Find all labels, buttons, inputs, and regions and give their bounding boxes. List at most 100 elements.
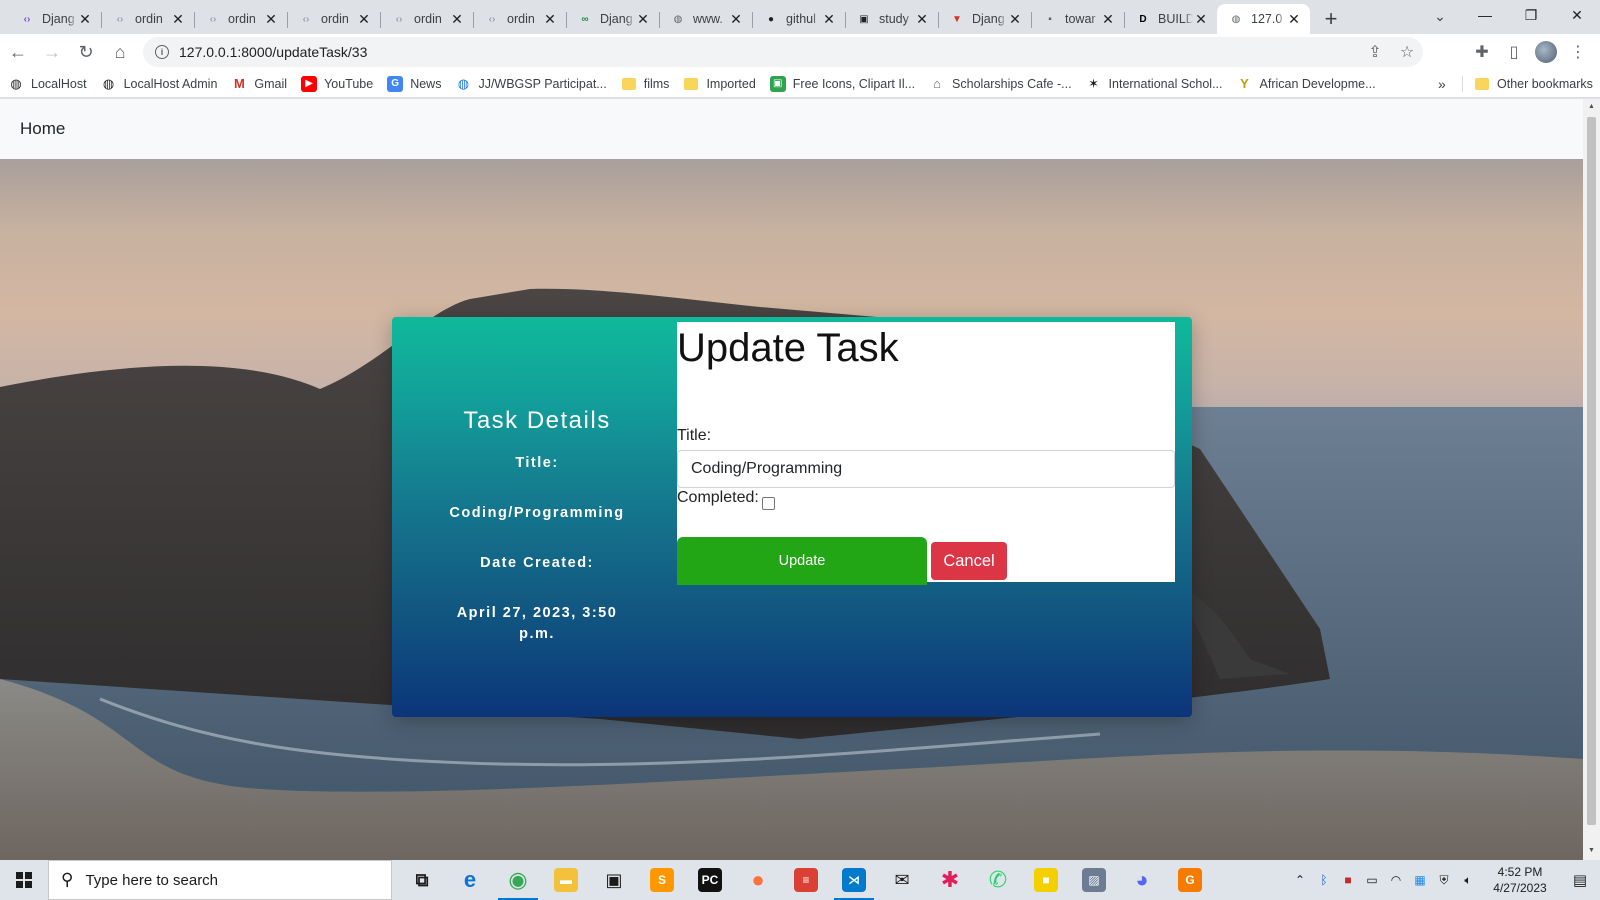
tab[interactable]: ‹› ordin ✕ xyxy=(101,4,194,34)
bookmark-item[interactable]: Imported xyxy=(683,76,756,92)
tab[interactable]: ● githul ✕ xyxy=(752,4,845,34)
tray-app-icon[interactable]: ■ xyxy=(1336,873,1360,887)
profile-avatar[interactable] xyxy=(1535,41,1557,63)
wifi-icon[interactable]: ◠ xyxy=(1384,873,1408,887)
more-bookmarks-icon[interactable]: » xyxy=(1438,76,1446,92)
chrome-taskbar-button[interactable]: ◉ xyxy=(494,860,542,900)
mail-taskbar-button[interactable]: ✉ xyxy=(878,860,926,900)
tab-active[interactable]: ◍ 127.0 ✕ xyxy=(1217,4,1310,34)
close-tab-icon[interactable]: ✕ xyxy=(1193,11,1209,28)
security-icon[interactable]: ⛨ xyxy=(1432,873,1456,888)
close-tab-icon[interactable]: ✕ xyxy=(1286,11,1302,28)
tab[interactable]: ▼ Djang ✕ xyxy=(938,4,1031,34)
scrollbar-thumb[interactable] xyxy=(1587,117,1596,825)
bookmark-item[interactable]: ◍ LocalHost Admin xyxy=(101,76,217,92)
firefox-taskbar-button[interactable]: ● xyxy=(734,860,782,900)
close-tab-icon[interactable]: ✕ xyxy=(170,11,186,28)
close-tab-icon[interactable]: ✕ xyxy=(821,11,837,28)
close-tab-icon[interactable]: ✕ xyxy=(263,11,279,28)
tab[interactable]: ◍ www. ✕ xyxy=(659,4,752,34)
bookmark-star-icon[interactable]: ☆ xyxy=(1391,42,1423,62)
bookmark-item[interactable]: ▣ Free Icons, Clipart Il... xyxy=(769,75,915,92)
tab[interactable]: D BUILD ✕ xyxy=(1124,4,1217,34)
back-icon[interactable]: ← xyxy=(2,36,34,68)
bookmark-item[interactable]: Y African Developme... xyxy=(1237,76,1375,92)
whatsapp-taskbar-button[interactable]: ✆ xyxy=(974,860,1022,900)
cancel-button[interactable]: Cancel xyxy=(931,542,1007,580)
update-button[interactable]: Update xyxy=(677,537,927,585)
close-tab-icon[interactable]: ✕ xyxy=(542,11,558,28)
bluetooth-icon[interactable]: ᛒ xyxy=(1312,873,1336,887)
close-tab-icon[interactable]: ✕ xyxy=(356,11,372,28)
photos-taskbar-button[interactable]: ▨ xyxy=(1070,860,1118,900)
discord-taskbar-button[interactable]: ◕ xyxy=(1118,860,1166,900)
todoist-taskbar-button[interactable]: ≡ xyxy=(782,860,830,900)
close-tab-icon[interactable]: ✕ xyxy=(1100,11,1116,28)
close-window-icon[interactable]: ✕ xyxy=(1554,0,1600,30)
bookmark-item[interactable]: ⌂ Scholarships Cafe -... xyxy=(929,76,1071,92)
scroll-up-icon[interactable]: ▲ xyxy=(1588,103,1595,110)
clock[interactable]: 4:52 PM 4/27/2023 xyxy=(1480,864,1560,896)
completed-checkbox[interactable] xyxy=(762,497,775,510)
slack-taskbar-button[interactable]: ✱ xyxy=(926,860,974,900)
restore-icon[interactable]: ❐ xyxy=(1508,0,1554,30)
volume-icon[interactable]: 🔈︎ xyxy=(1456,873,1480,888)
bookmark-item[interactable]: ✶ International Schol... xyxy=(1086,76,1222,92)
bookmark-item[interactable]: ◍ LocalHost xyxy=(8,76,86,92)
taskbar-search[interactable]: ⚲ Type here to search xyxy=(48,860,392,900)
battery-icon[interactable]: ▭ xyxy=(1360,873,1384,887)
bookmark-item[interactable]: films xyxy=(621,76,669,92)
task-view-taskbar-button[interactable]: ⧉ xyxy=(398,860,446,900)
minimize-icon[interactable]: — xyxy=(1462,0,1508,30)
tab[interactable]: ‹› ordin ✕ xyxy=(380,4,473,34)
close-tab-icon[interactable]: ✕ xyxy=(77,11,93,28)
tab[interactable]: ‹› ordin ✕ xyxy=(473,4,566,34)
close-tab-icon[interactable]: ✕ xyxy=(449,11,465,28)
title-input[interactable] xyxy=(677,450,1175,488)
side-panel-icon[interactable]: ▯ xyxy=(1498,36,1530,68)
site-info-icon[interactable]: i xyxy=(155,45,169,59)
tab[interactable]: ∞ Djang ✕ xyxy=(566,4,659,34)
page-scrollbar[interactable]: ▲ ▼ xyxy=(1583,99,1600,860)
tab[interactable]: ‹› ordin ✕ xyxy=(194,4,287,34)
menu-icon[interactable]: ⋮ xyxy=(1562,36,1594,68)
other-bookmarks[interactable]: Other bookmarks xyxy=(1474,70,1593,98)
tab[interactable]: ▣ study ✕ xyxy=(845,4,938,34)
vscode-taskbar-button[interactable]: ⋊ xyxy=(830,860,878,900)
start-button[interactable] xyxy=(0,860,48,900)
extensions-icon[interactable]: ✚ xyxy=(1466,36,1498,68)
notifications-icon[interactable]: ▤ xyxy=(1560,871,1600,889)
new-tab-button[interactable]: + xyxy=(1316,4,1346,34)
tab[interactable]: ‹› Djang ✕ xyxy=(8,4,101,34)
search-placeholder[interactable]: Type here to search xyxy=(85,872,218,889)
share-icon[interactable]: ⇪ xyxy=(1359,42,1391,62)
bookmark-item[interactable]: ◍ JJ/WBGSP Participat... xyxy=(455,76,607,92)
show-hidden-icons-icon[interactable]: ⌃ xyxy=(1288,873,1312,887)
forward-icon[interactable]: → xyxy=(36,36,68,68)
close-tab-icon[interactable]: ✕ xyxy=(728,11,744,28)
address-bar[interactable]: i 127.0.0.1:8000/updateTask/33 ⇪ ☆ xyxy=(143,37,1423,67)
close-tab-icon[interactable]: ✕ xyxy=(635,11,651,28)
reload-icon[interactable]: ↻ xyxy=(70,36,102,68)
close-tab-icon[interactable]: ✕ xyxy=(1007,11,1023,28)
nav-home-link[interactable]: Home xyxy=(20,119,65,139)
photos-icon: ▨ xyxy=(1082,868,1106,892)
edge-taskbar-button[interactable]: e xyxy=(446,860,494,900)
tab[interactable]: ▪ towar ✕ xyxy=(1031,4,1124,34)
pycharm-taskbar-button[interactable]: PC xyxy=(686,860,734,900)
url-text[interactable]: 127.0.0.1:8000/updateTask/33 xyxy=(179,44,1359,60)
pdf-taskbar-button[interactable]: G xyxy=(1166,860,1214,900)
sticky-taskbar-button[interactable]: ■ xyxy=(1022,860,1070,900)
tray-app-icon[interactable]: ▦ xyxy=(1408,873,1432,887)
file-explorer-taskbar-button[interactable]: ▬ xyxy=(542,860,590,900)
tab[interactable]: ‹› ordin ✕ xyxy=(287,4,380,34)
home-icon[interactable]: ⌂ xyxy=(104,36,136,68)
store-taskbar-button[interactable]: ▣ xyxy=(590,860,638,900)
tab-search-icon[interactable]: ⌄ xyxy=(1428,4,1452,28)
bookmark-item[interactable]: M Gmail xyxy=(231,76,287,92)
bookmark-item[interactable]: ▶ YouTube xyxy=(301,75,373,92)
close-tab-icon[interactable]: ✕ xyxy=(914,11,930,28)
bookmark-item[interactable]: G News xyxy=(387,75,441,92)
sublime-taskbar-button[interactable]: S xyxy=(638,860,686,900)
scroll-down-icon[interactable]: ▼ xyxy=(1588,847,1595,854)
